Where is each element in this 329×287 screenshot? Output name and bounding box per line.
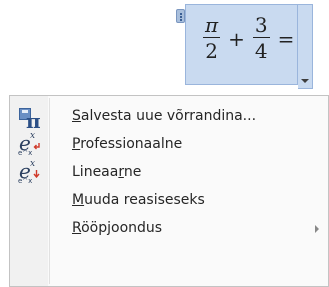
linear-format-icon: e x e^x [17, 159, 41, 185]
submenu-arrow-icon [315, 225, 319, 233]
menu-item-label: Rööpjoondus [72, 220, 163, 236]
fraction-pi-over-2: π 2 [203, 13, 220, 64]
equation-content[interactable]: π 2 + 3 4 = x [185, 4, 312, 85]
numerator: π [205, 13, 219, 37]
numerator: 3 [254, 13, 268, 37]
chevron-down-icon [301, 79, 309, 83]
menu-item-label: Muuda reasiseseks [72, 192, 205, 208]
denominator: 4 [252, 37, 270, 63]
equation-context-menu: π Salvesta uue võrrandina... e x e^x Profe… [9, 95, 329, 287]
menu-item-save-as-new-equation[interactable]: π Salvesta uue võrrandina... [10, 103, 328, 133]
plus-operator: + [228, 26, 245, 51]
menu-item-label: Salvesta uue võrrandina... [72, 108, 257, 124]
menu-item-professional[interactable]: e x e^x Professionaalne [10, 131, 328, 159]
menu-item-label: Lineaarne [72, 164, 142, 180]
denominator: 2 [203, 37, 220, 63]
equation-options-dropdown-button[interactable] [298, 4, 313, 89]
equals-operator: = [277, 26, 295, 51]
save-as-equation-icon: π [17, 105, 41, 133]
equation-drag-handle[interactable] [176, 9, 185, 23]
professional-format-icon: e x e^x [17, 131, 41, 157]
equation-object[interactable]: π 2 + 3 4 = x [176, 4, 313, 89]
menu-item-label: Professionaalne [72, 136, 183, 152]
fraction-3-over-4: 3 4 [252, 13, 270, 64]
menu-item-justification[interactable]: Rööpjoondus [10, 215, 328, 243]
menu-item-linear[interactable]: e x e^x Lineaarne [10, 159, 328, 187]
equation: π 2 + 3 4 = x [201, 13, 312, 64]
menu-item-change-to-inline[interactable]: Muuda reasiseseks [10, 187, 328, 215]
